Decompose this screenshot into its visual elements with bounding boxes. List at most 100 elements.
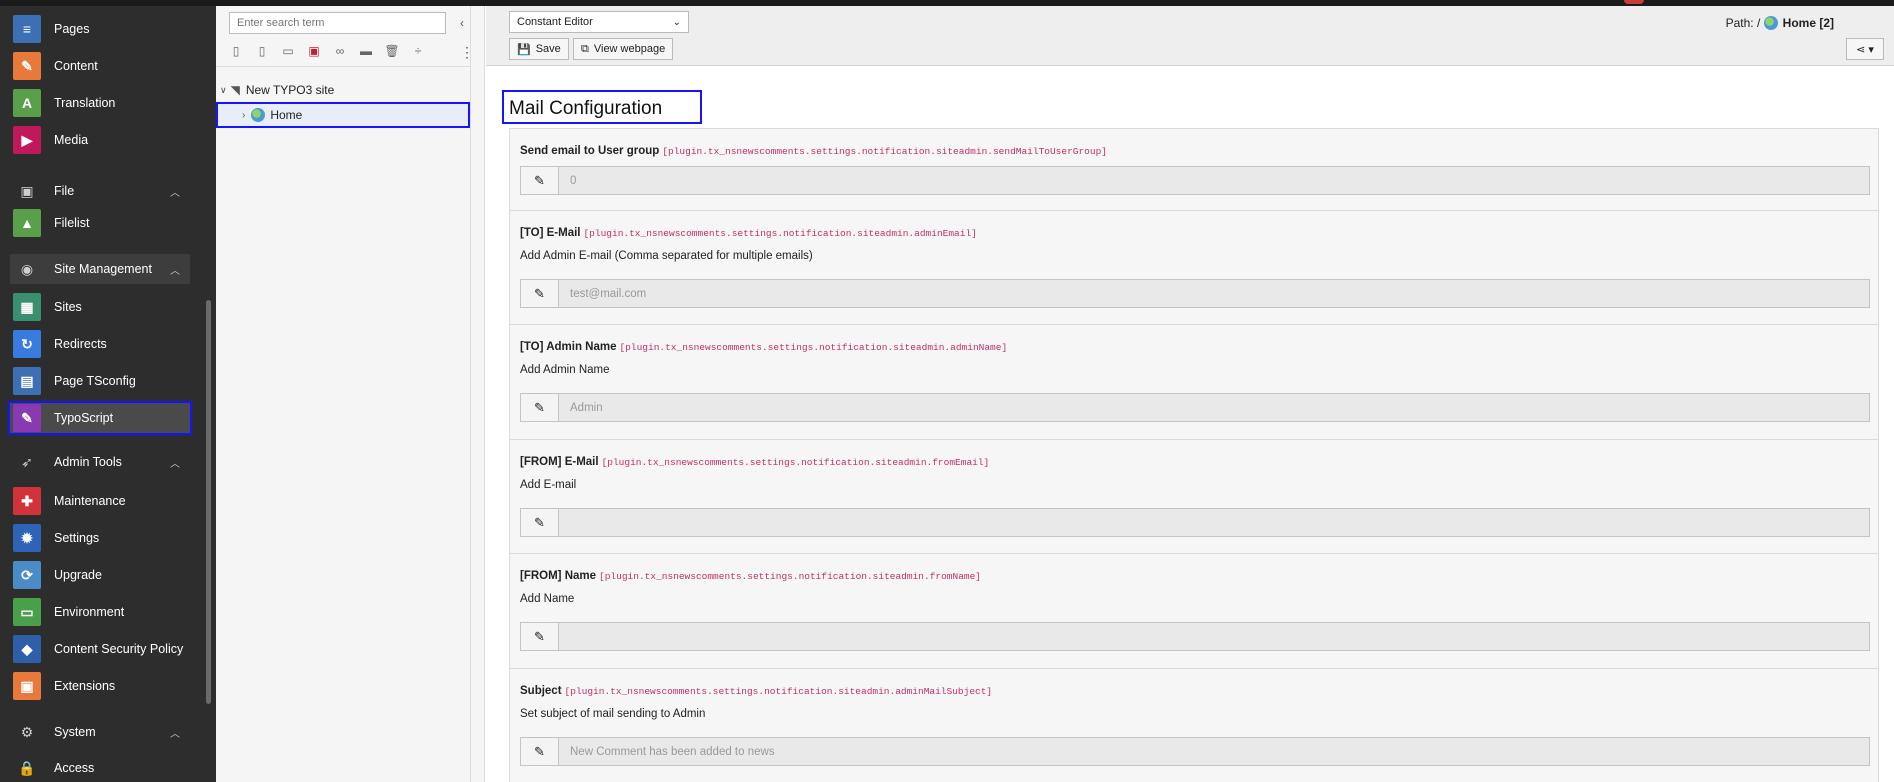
new-shortcut-icon[interactable]: ▣ <box>306 43 322 59</box>
new-link-icon[interactable]: ∞ <box>332 43 348 59</box>
new-page-tree-icon[interactable]: ▯ <box>254 43 270 59</box>
page-tree: ‹ ▯ ▯ ▭ ▣ ∞ ▬ 🗑 ÷ ⋮ ∨ ◥ New TYPO3 site ›… <box>216 6 474 782</box>
pencil-icon[interactable]: ✎ <box>521 738 559 765</box>
divider-icon[interactable]: ÷ <box>410 43 426 59</box>
chevron-up-icon: ︿ <box>170 187 180 199</box>
constant-value-input[interactable]: test@mail.com <box>559 288 646 300</box>
module-sites[interactable]: ▦ Sites <box>10 292 190 322</box>
pencil-icon[interactable]: ✎ <box>521 280 559 307</box>
group-system[interactable]: ⚙ System ︿ <box>10 717 190 747</box>
module-environment[interactable]: ▭ Environment <box>10 597 190 627</box>
media-icon: ▶ <box>13 126 41 154</box>
pencil-icon[interactable]: ✎ <box>521 623 559 650</box>
module-label: Environment <box>54 605 125 619</box>
new-page-icon[interactable]: ▯ <box>228 43 244 59</box>
content-icon: ✎ <box>13 52 41 80</box>
save-button[interactable]: 💾 Save <box>509 38 569 60</box>
pencil-icon[interactable]: ✎ <box>521 167 559 194</box>
constant-value-input[interactable]: Admin <box>559 402 603 414</box>
module-label: Extensions <box>54 679 116 693</box>
constant-value-input[interactable]: New Comment has been added to news <box>559 746 775 758</box>
constant-title: [TO] E-Mail <box>520 227 581 239</box>
module-label: Access <box>54 761 95 775</box>
function-select[interactable]: Constant Editor ⌄ <box>509 11 689 33</box>
chevron-up-icon: ︿ <box>170 265 180 277</box>
module-typoscript[interactable]: ✎ TypoScript <box>8 401 192 435</box>
pencil-icon[interactable]: ✎ <box>521 394 559 421</box>
tree-root-node[interactable]: ∨ ◥ New TYPO3 site <box>220 83 334 97</box>
constant-item: [TO] Admin Name [plugin.tx_nsnewscomments… <box>509 325 1879 440</box>
constant-label: [TO] Admin Name [plugin.tx_nsnewscomments… <box>520 341 1007 353</box>
constant-title: Subject <box>520 685 562 697</box>
constant-list: Send email to User group [plugin.tx_nsnew… <box>509 128 1879 782</box>
sites-icon: ▦ <box>13 293 41 321</box>
redirects-icon: ↻ <box>13 330 41 358</box>
module-maintenance[interactable]: ✚ Maintenance <box>10 486 190 516</box>
group-site-management[interactable]: ◉ Site Management ︿ <box>10 254 190 284</box>
new-sysfolder-icon[interactable]: ▭ <box>280 43 296 59</box>
module-label: Pages <box>54 22 90 36</box>
tree-node-home[interactable]: › Home <box>216 102 470 128</box>
breadcrumb: Path: / Home [2] <box>1726 16 1834 30</box>
access-icon: 🔒 <box>13 754 41 782</box>
group-label: System <box>54 725 96 739</box>
module-redirects[interactable]: ↻ Redirects <box>10 329 190 359</box>
rocket-icon: ➶ <box>21 453 33 470</box>
new-folder-icon[interactable]: ▬ <box>358 43 374 59</box>
constant-field: ✎ 0 <box>520 166 1870 195</box>
module-media[interactable]: ▶ Media <box>10 125 190 155</box>
constant-field: ✎ New Comment has been added to news <box>520 737 1870 766</box>
module-translation[interactable]: A Translation <box>10 88 190 118</box>
module-content-security-policy[interactable]: ◆ Content Security Policy <box>10 634 190 664</box>
group-file[interactable]: ▣ File ︿ <box>10 176 190 206</box>
main-content: Constant Editor ⌄ 💾 Save ⧉ View webpage … <box>486 6 1894 782</box>
globe-icon: ◉ <box>20 260 34 277</box>
constant-description: Add Admin Name <box>520 364 610 376</box>
module-upgrade[interactable]: ⟳ Upgrade <box>10 560 190 590</box>
chevron-up-icon: ︿ <box>170 458 180 470</box>
module-content[interactable]: ✎ Content <box>10 51 190 81</box>
tree-search-input[interactable] <box>229 12 446 34</box>
module-extensions[interactable]: ▣ Extensions <box>10 671 190 701</box>
maintenance-icon: ✚ <box>13 487 41 515</box>
share-button[interactable]: ⋖ ▾ <box>1846 38 1884 60</box>
group-admin-tools[interactable]: ➶ Admin Tools ︿ <box>10 447 190 477</box>
view-webpage-button[interactable]: ⧉ View webpage <box>573 38 674 60</box>
chevron-right-icon[interactable]: › <box>242 110 245 121</box>
constant-key: [plugin.tx_nsnewscomments.settings.notif… <box>564 686 993 697</box>
module-menu-scrollbar[interactable] <box>206 300 211 704</box>
constant-label: [TO] E-Mail [plugin.tx_nsnewscomments.set… <box>520 227 977 239</box>
globe-icon <box>1763 16 1778 30</box>
module-label: Upgrade <box>54 568 102 582</box>
constant-item: [TO] E-Mail [plugin.tx_nsnewscomments.set… <box>509 211 1879 325</box>
tree-resize-handle[interactable] <box>471 6 485 782</box>
constant-key: [plugin.tx_nsnewscomments.settings.notif… <box>601 457 990 468</box>
notification-mark <box>1624 0 1644 4</box>
module-pages[interactable]: ≡ Pages <box>10 14 190 44</box>
module-page-tsconfig[interactable]: ▤ Page TSconfig <box>10 366 190 396</box>
module-label: Filelist <box>54 216 90 230</box>
constant-description: Add E-mail <box>520 479 577 491</box>
select-value: Constant Editor <box>517 16 593 28</box>
module-access[interactable]: 🔒 Access <box>10 753 190 782</box>
constant-value-input[interactable]: 0 <box>559 175 576 187</box>
recycler-icon[interactable]: 🗑 <box>384 43 400 59</box>
collapse-tree-icon[interactable]: ‹ <box>460 16 464 30</box>
translation-icon: A <box>13 89 41 117</box>
chevron-down-icon: ⌄ <box>672 16 681 28</box>
extensions-icon: ▣ <box>13 672 41 700</box>
pencil-icon[interactable]: ✎ <box>521 509 559 536</box>
page-tsconfig-icon: ▤ <box>13 367 41 395</box>
image-icon: ▣ <box>20 182 34 199</box>
group-label: File <box>54 184 75 198</box>
section-title: Mail Configuration <box>502 90 702 124</box>
module-label: Content <box>54 59 98 73</box>
view-icon: ⧉ <box>581 42 589 55</box>
globe-icon <box>251 108 266 122</box>
module-settings[interactable]: ✹ Settings <box>10 523 190 553</box>
tree-toolbar: ▯ ▯ ▭ ▣ ∞ ▬ 🗑 ÷ <box>228 43 426 59</box>
constant-label: Subject [plugin.tx_nsnewscomments.setting… <box>520 685 992 697</box>
chevron-down-icon[interactable]: ∨ <box>220 85 227 96</box>
module-filelist[interactable]: ▲ Filelist <box>10 208 190 238</box>
constant-item: Subject [plugin.tx_nsnewscomments.setting… <box>509 669 1879 782</box>
